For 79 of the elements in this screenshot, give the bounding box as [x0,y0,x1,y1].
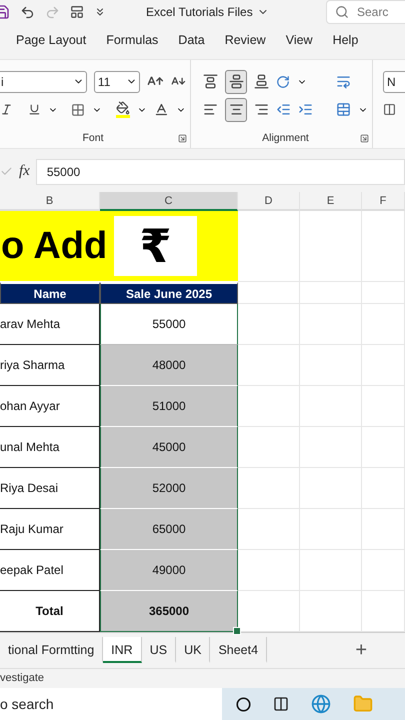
empty-cell [300,345,362,386]
dialog-launcher-icon[interactable] [360,134,369,144]
banner-text: o Add [1,224,108,268]
table-cell: 52000 [100,468,238,510]
column-header[interactable]: F [362,192,405,212]
increase-indent-icon[interactable] [298,102,313,118]
empty-cell [362,550,405,592]
align-left-icon[interactable] [203,102,218,118]
column-header[interactable]: E [300,192,362,212]
form-icon[interactable] [70,5,84,19]
table-cell: 49000 [100,550,238,592]
ribbon-tab[interactable]: Page Layout [10,33,92,50]
empty-cell [300,509,362,550]
empty-cell [300,282,362,304]
align-right-icon[interactable] [254,102,269,118]
table-cell: 55000 [100,304,238,346]
empty-cell [362,468,405,510]
ribbon-tab[interactable]: View [280,33,319,50]
group-label: Alignment [262,132,309,144]
column-header[interactable]: B [0,192,100,212]
insert-function-button[interactable]: fx [19,163,30,180]
middle-align-icon[interactable] [225,70,247,94]
group-label: Font [82,132,104,144]
sheet-tab[interactable]: UK [176,637,210,664]
search-field[interactable]: Searc [326,0,405,24]
underline-icon[interactable] [28,103,41,116]
search-icon [335,5,349,19]
window-title[interactable]: Excel Tutorials Files [146,5,253,19]
customize-icon[interactable] [94,6,106,18]
header-cell: Sale June 2025 [100,282,238,304]
borders-icon[interactable] [70,102,85,117]
task-view-icon[interactable] [273,696,289,712]
empty-cell [300,550,362,592]
orientation-icon[interactable] [276,74,290,89]
sheet-tab[interactable]: US [142,637,176,664]
empty-cell [362,427,405,468]
top-align-icon[interactable] [203,74,218,90]
table-cell: 51000 [100,386,238,428]
column-header[interactable]: C [100,192,238,212]
bottom-align-icon[interactable] [254,74,269,90]
dialog-launcher-icon[interactable] [178,134,187,144]
number-format-field[interactable]: N [383,70,405,93]
align-center-icon[interactable] [225,98,247,122]
ribbon-tab[interactable]: Formulas [100,33,164,50]
merge-icon[interactable] [336,102,351,118]
formula-field[interactable]: 55000 [36,158,405,185]
ribbon-tab[interactable]: Data [172,33,211,50]
fill-color-icon[interactable] [116,101,130,118]
empty-cell [362,304,405,346]
empty-cell [300,427,362,468]
wrap-text-icon[interactable] [336,74,351,90]
font-size-field[interactable]: 11 [94,70,140,93]
empty-cell [362,282,405,304]
sheet-tab[interactable]: Sheet4 [210,637,268,664]
ribbon-tab[interactable]: Review [218,33,272,50]
table-cell: 65000 [100,509,238,550]
status-text: vestigate [0,672,44,684]
table-cell: 45000 [100,427,238,468]
undo-icon[interactable] [20,4,35,20]
empty-cell [362,386,405,428]
empty-cell [362,345,405,386]
browser-icon[interactable] [311,694,331,714]
add-sheet-button[interactable]: + [355,638,367,662]
table-cell: 365000 [100,591,238,632]
rupee-symbol: ₹ [114,216,197,276]
font-color-icon[interactable] [154,102,170,118]
decrease-indent-icon[interactable] [276,102,291,118]
empty-cell [300,468,362,510]
font-name-field[interactable]: i [0,70,87,93]
column-header[interactable]: D [238,192,300,212]
empty-cell [362,509,405,550]
italic-icon[interactable] [0,103,13,116]
table-cell: 48000 [100,345,238,386]
empty-cell [300,386,362,428]
taskbar-search-field[interactable]: o search [0,688,222,720]
ribbon-tab[interactable]: Help [326,33,364,50]
header-cell: Name [0,282,100,304]
empty-cell [300,304,362,346]
sheet-tab[interactable]: INR [103,637,142,664]
